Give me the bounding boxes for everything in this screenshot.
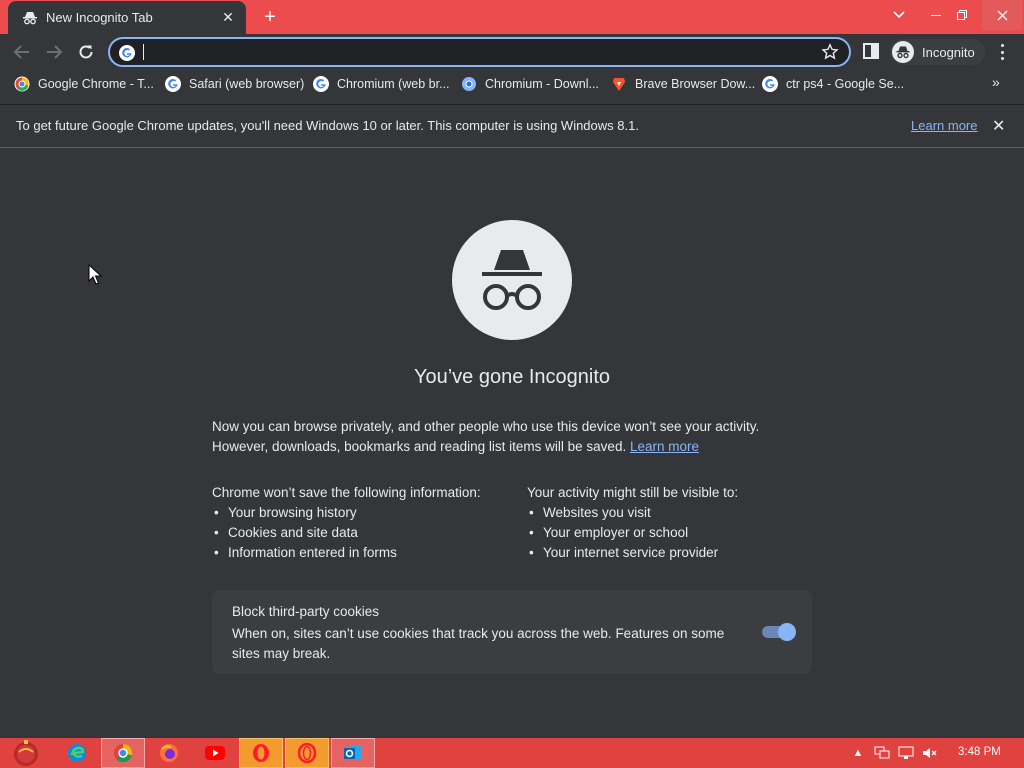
infobar-message: To get future Google Chrome updates, you…	[16, 118, 639, 133]
forward-button[interactable]	[42, 40, 66, 64]
bookmark-label: Chromium - Downl...	[485, 77, 599, 91]
start-orb-icon[interactable]	[4, 738, 48, 768]
intro-line: Now you can browse privately, and other …	[212, 419, 760, 434]
bookmark-item[interactable]: Chromium (web br...	[313, 74, 450, 94]
reload-button[interactable]	[74, 40, 98, 64]
bookmark-label: Safari (web browser)	[189, 77, 305, 91]
outlook-icon[interactable]	[331, 738, 375, 768]
intro-text: Now you can browse privately, and other …	[212, 417, 812, 457]
close-window-button[interactable]	[982, 0, 1022, 30]
update-infobar: To get future Google Chrome updates, you…	[0, 104, 1024, 148]
not-saved-title: Chrome won’t save the following informat…	[212, 485, 481, 500]
toolbar: Incognito	[0, 34, 1024, 70]
bookmark-item[interactable]: Chromium - Downl...	[461, 74, 599, 94]
opera-icon[interactable]	[239, 738, 283, 768]
address-input[interactable]	[142, 42, 812, 62]
bookmark-item[interactable]: ctr ps4 - Google Se...	[762, 74, 904, 94]
back-button[interactable]	[10, 40, 34, 64]
taskbar-clock[interactable]: 3:48 PM	[958, 746, 1001, 758]
new-tab-button[interactable]: +	[258, 6, 282, 28]
mouse-cursor-icon	[88, 263, 103, 286]
list-item: Information entered in forms	[212, 543, 481, 563]
page-title: You’ve gone Incognito	[413, 366, 611, 388]
cookie-card-description: When on, sites can’t use cookies that tr…	[232, 626, 725, 661]
firefox-icon[interactable]	[147, 738, 191, 768]
restore-button[interactable]	[946, 0, 978, 30]
text-caret	[143, 44, 144, 60]
bookmark-star-icon[interactable]	[821, 43, 839, 61]
still-visible-column: Your activity might still be visible to:…	[527, 483, 738, 563]
bookmark-label: Chromium (web br...	[337, 77, 450, 91]
tab-close-icon[interactable]: ✕	[220, 9, 236, 26]
google-icon	[762, 76, 778, 92]
incognito-profile-button[interactable]: Incognito	[890, 39, 985, 65]
incognito-logo-icon	[452, 220, 572, 340]
brave-icon	[611, 76, 627, 92]
incognito-icon	[22, 10, 38, 26]
list-item: Websites you visit	[527, 503, 738, 523]
action-center-icon[interactable]	[874, 745, 890, 761]
cookie-card-title: Block third-party cookies	[232, 604, 380, 619]
bookmark-item[interactable]: Safari (web browser)	[165, 74, 304, 94]
third-party-cookies-card: Block third-party cookies When on, sites…	[212, 590, 812, 674]
infobar-close-icon[interactable]: ✕	[992, 116, 1005, 136]
omnibox[interactable]	[108, 37, 851, 67]
google-icon	[313, 76, 329, 92]
list-item: Cookies and site data	[212, 523, 481, 543]
bookmarks-bar: Google Chrome - T... Safari (web browser…	[0, 70, 1024, 98]
bookmark-label: Google Chrome - T...	[38, 77, 154, 91]
tab-search-icon[interactable]	[883, 0, 915, 30]
volume-muted-icon[interactable]	[922, 745, 938, 761]
toggle-knob	[778, 623, 796, 641]
network-icon[interactable]	[898, 745, 914, 761]
opera-gx-icon[interactable]	[285, 738, 329, 768]
bookmark-item[interactable]: Google Chrome - T...	[14, 74, 154, 94]
google-icon	[14, 76, 30, 92]
intro-line: However, downloads, bookmarks and readin…	[212, 437, 812, 457]
intro-learn-more-link[interactable]: Learn more	[630, 439, 699, 454]
chromium-icon	[461, 76, 477, 92]
tab-new-incognito[interactable]: New Incognito Tab ✕	[8, 1, 246, 34]
incognito-label: Incognito	[922, 44, 975, 60]
still-visible-title: Your activity might still be visible to:	[527, 485, 739, 500]
edge-icon[interactable]	[55, 738, 99, 768]
not-saved-column: Chrome won’t save the following informat…	[212, 483, 481, 563]
incognito-page: You’ve gone Incognito Now you can browse…	[0, 149, 1024, 738]
incognito-avatar-icon	[892, 41, 914, 63]
youtube-icon[interactable]	[193, 738, 237, 768]
tab-title: New Incognito Tab	[46, 10, 153, 25]
chrome-icon[interactable]	[101, 738, 145, 768]
bookmark-label: ctr ps4 - Google Se...	[786, 77, 905, 91]
block-cookies-toggle[interactable]	[762, 623, 796, 641]
google-icon	[119, 45, 135, 61]
windows-taskbar: ▲ 3:48 PM	[0, 738, 1024, 768]
bookmark-item[interactable]: Brave Browser Dow...	[611, 74, 755, 94]
infobar-learn-more-link[interactable]: Learn more	[911, 118, 977, 133]
chrome-menu-icon[interactable]	[994, 42, 1010, 62]
more-bookmarks-chevron-icon[interactable]: »	[992, 74, 1000, 90]
intro-line-text: However, downloads, bookmarks and readin…	[212, 439, 627, 454]
side-panel-icon[interactable]	[862, 42, 880, 60]
title-bar: New Incognito Tab ✕ +	[0, 0, 1024, 34]
list-item: Your employer or school	[527, 523, 738, 543]
bookmark-label: Brave Browser Dow...	[635, 77, 756, 91]
google-icon	[165, 76, 181, 92]
show-hidden-icons-icon[interactable]: ▲	[850, 745, 866, 761]
list-item: Your internet service provider	[527, 543, 738, 563]
list-item: Your browsing history	[212, 503, 481, 523]
